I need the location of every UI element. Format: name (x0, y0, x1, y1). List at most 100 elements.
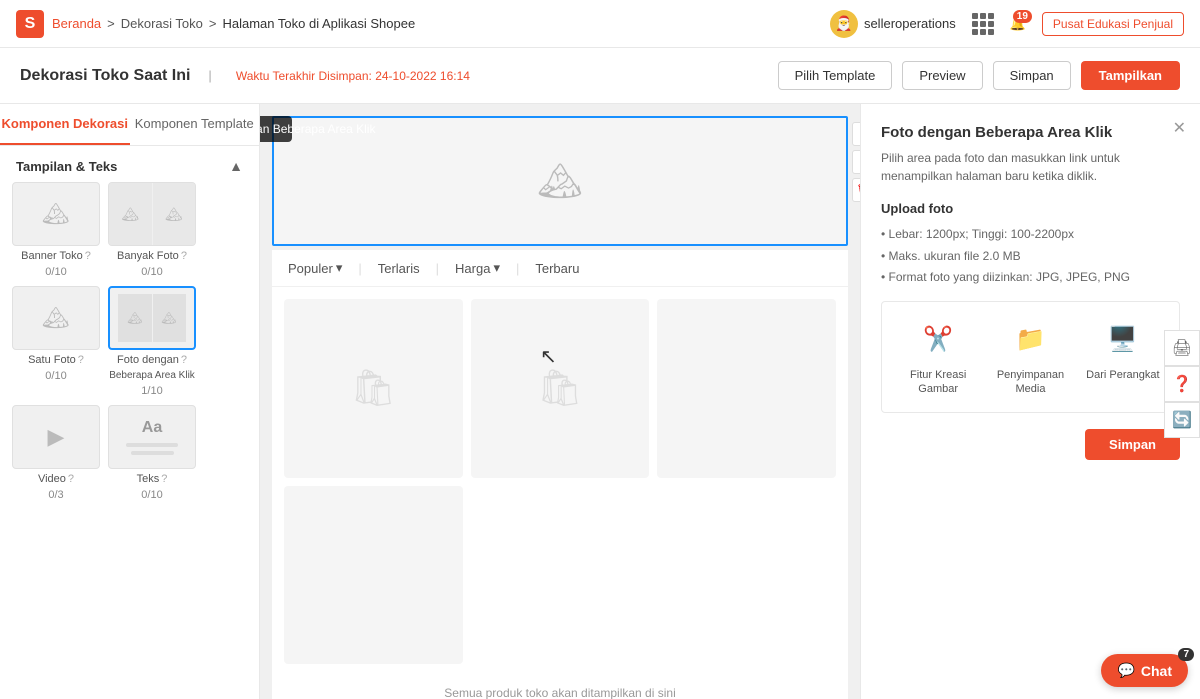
teks-label: Teks ? (137, 473, 168, 485)
products-all-label: Semua produk toko akan ditampilkan di si… (272, 676, 848, 699)
username: selleroperations (864, 16, 956, 31)
center-canvas[interactable]: Foto dengan Beberapa Area Klik 🏔 ↑ ↓ 🗑 P… (260, 104, 860, 699)
pusat-edukasi-button[interactable]: Pusat Edukasi Penjual (1042, 12, 1184, 36)
mountain-icon: 🏔 (42, 305, 70, 331)
notification-button[interactable]: 🔔 19 (1010, 16, 1026, 32)
product-card[interactable]: 🛍 (284, 299, 463, 478)
upload-option-penyimpanan-media[interactable]: 📁 Penyimpanan Media (990, 318, 1070, 397)
teks-count: 0/10 (141, 489, 162, 501)
upload-options: ✂️ Fitur Kreasi Gambar 📁 Penyimpanan Med… (881, 301, 1180, 414)
foto-klik-thumb: 🏔 🏔 (108, 286, 196, 350)
top-nav-right: 🎅 selleroperations 🔔 19 Pusat Edukasi Pe… (830, 10, 1184, 38)
tab-komponen-template[interactable]: Komponen Template (130, 104, 260, 145)
product-card[interactable]: 🛍 (471, 299, 650, 478)
banner-toko-label: Banner Toko ? (21, 250, 91, 262)
pilih-template-button[interactable]: Pilih Template (778, 61, 893, 90)
fitur-kreasi-icon: ✂️ (916, 318, 960, 362)
breadcrumb-current: Halaman Toko di Aplikasi Shopee (222, 16, 415, 31)
canvas-foto-klik-component[interactable]: Foto dengan Beberapa Area Klik 🏔 ↑ ↓ 🗑 (272, 116, 848, 246)
text-aa-icon: Aa (142, 419, 162, 437)
play-icon: ▶ (48, 424, 65, 450)
help-tool[interactable]: ❓ (1164, 366, 1200, 402)
mountain-icon: 🏔 (109, 183, 152, 245)
help-icon[interactable]: ? (161, 473, 167, 485)
spec-item: Maks. ukuran file 2.0 MB (881, 246, 1180, 268)
refresh-tool[interactable]: 🔄 (1164, 402, 1200, 438)
simpan-button[interactable]: Simpan (993, 61, 1071, 90)
satu-foto-thumb: 🏔 (12, 286, 100, 350)
breadcrumb-home[interactable]: Beranda (52, 16, 101, 31)
component-grid: 🏔 Banner Toko ? 0/10 🏔 🏔 Banyak Foto ? (0, 182, 259, 513)
video-label: Video ? (38, 473, 74, 485)
top-navigation: S Beranda > Dekorasi Toko > Halaman Toko… (0, 0, 1200, 48)
filter-harga[interactable]: Harga ▾ (455, 260, 500, 276)
panel-title: Foto dengan Beberapa Area Klik (881, 124, 1180, 141)
breadcrumb-section[interactable]: Dekorasi Toko (121, 16, 203, 31)
chat-icon: 💬 (1117, 662, 1134, 679)
move-down-button[interactable]: ↓ (852, 150, 860, 174)
image-placeholder-icon: 🏔 (537, 160, 583, 202)
help-icon[interactable]: ? (181, 250, 187, 262)
toolbar: Dekorasi Toko Saat Ini | Waktu Terakhir … (0, 48, 1200, 104)
component-controls: ↑ ↓ 🗑 (852, 122, 860, 202)
help-icon[interactable]: ? (181, 354, 187, 366)
chat-button[interactable]: 💬 Chat 7 (1101, 654, 1188, 687)
tab-komponen-dekorasi[interactable]: Komponen Dekorasi (0, 104, 130, 145)
help-icon[interactable]: ? (85, 250, 91, 262)
panel-close-button[interactable]: ✕ (1173, 118, 1186, 138)
chat-badge: 7 (1178, 648, 1194, 661)
user-info: 🎅 selleroperations (830, 10, 956, 38)
move-up-button[interactable]: ↑ (852, 122, 860, 146)
fitur-kreasi-label: Fitur Kreasi Gambar (898, 368, 978, 397)
filter-terbaru[interactable]: Terbaru (535, 261, 579, 276)
video-count: 0/3 (48, 489, 63, 501)
chevron-up-icon[interactable]: ▲ (229, 158, 243, 174)
banyak-foto-count: 0/10 (141, 266, 162, 278)
spec-item: Lebar: 1200px; Tinggi: 100-2200px (881, 224, 1180, 246)
banner-placeholder: 🏔 (537, 160, 583, 202)
banyak-foto-thumb: 🏔 🏔 (108, 182, 196, 246)
right-tools: 🖨 ❓ 🔄 (1164, 330, 1200, 438)
print-tool[interactable]: 🖨 (1164, 330, 1200, 366)
component-banyak-foto[interactable]: 🏔 🏔 Banyak Foto ? 0/10 (108, 182, 196, 278)
page-title: Dekorasi Toko Saat Ini (20, 67, 190, 85)
left-panel: Komponen Dekorasi Komponen Template Tamp… (0, 104, 260, 699)
product-card[interactable] (657, 299, 836, 478)
preview-button[interactable]: Preview (902, 61, 982, 90)
shopee-product-icon: 🛍 (537, 367, 583, 409)
chat-label: Chat (1141, 663, 1172, 679)
section-title: Tampilan & Teks (16, 159, 117, 174)
panel-desc: Pilih area pada foto dan masukkan link u… (881, 149, 1180, 185)
upload-option-fitur-kreasi[interactable]: ✂️ Fitur Kreasi Gambar (898, 318, 978, 397)
foto-klik-count: 1/10 (141, 385, 162, 397)
help-icon[interactable]: ? (78, 354, 84, 366)
canvas-tooltip: Foto dengan Beberapa Area Klik (260, 116, 292, 142)
upload-label: Upload foto (881, 201, 1180, 216)
tab-row: Komponen Dekorasi Komponen Template (0, 104, 259, 146)
shopee-logo: S (16, 10, 44, 38)
mountain-icon: 🏔 (153, 183, 196, 245)
notification-badge: 19 (1013, 10, 1032, 23)
filter-terlaris[interactable]: Terlaris (378, 261, 420, 276)
banyak-foto-label: Banyak Foto ? (117, 250, 187, 262)
apps-icon[interactable] (972, 13, 994, 35)
section-header: Tampilan & Teks ▲ (0, 146, 259, 182)
upload-specs: Lebar: 1200px; Tinggi: 100-2200px Maks. … (881, 224, 1180, 289)
foto-klik-label: Foto dengan ? (117, 354, 187, 366)
component-foto-klik[interactable]: 🏔 🏔 Foto dengan ? Beberapa Area Klik 1/1… (108, 286, 196, 397)
component-banner-toko[interactable]: 🏔 Banner Toko ? 0/10 (12, 182, 100, 278)
upload-option-dari-perangkat[interactable]: 🖥️ Dari Perangkat (1083, 318, 1163, 397)
help-icon[interactable]: ? (68, 473, 74, 485)
banner-toko-thumb: 🏔 (12, 182, 100, 246)
dari-perangkat-label: Dari Perangkat (1086, 368, 1159, 382)
component-satu-foto[interactable]: 🏔 Satu Foto ? 0/10 (12, 286, 100, 397)
toolbar-actions: Pilih Template Preview Simpan Tampilkan (778, 61, 1180, 90)
component-teks[interactable]: Aa Teks ? 0/10 (108, 405, 196, 501)
product-card[interactable] (284, 486, 463, 665)
filter-populer[interactable]: Populer ▾ (288, 260, 342, 276)
delete-button[interactable]: 🗑 (852, 178, 860, 202)
breadcrumb-sep2: > (209, 16, 217, 31)
tampilkan-button[interactable]: Tampilkan (1081, 61, 1180, 90)
component-video[interactable]: ▶ Video ? 0/3 (12, 405, 100, 501)
breadcrumb: Beranda > Dekorasi Toko > Halaman Toko d… (52, 16, 415, 31)
